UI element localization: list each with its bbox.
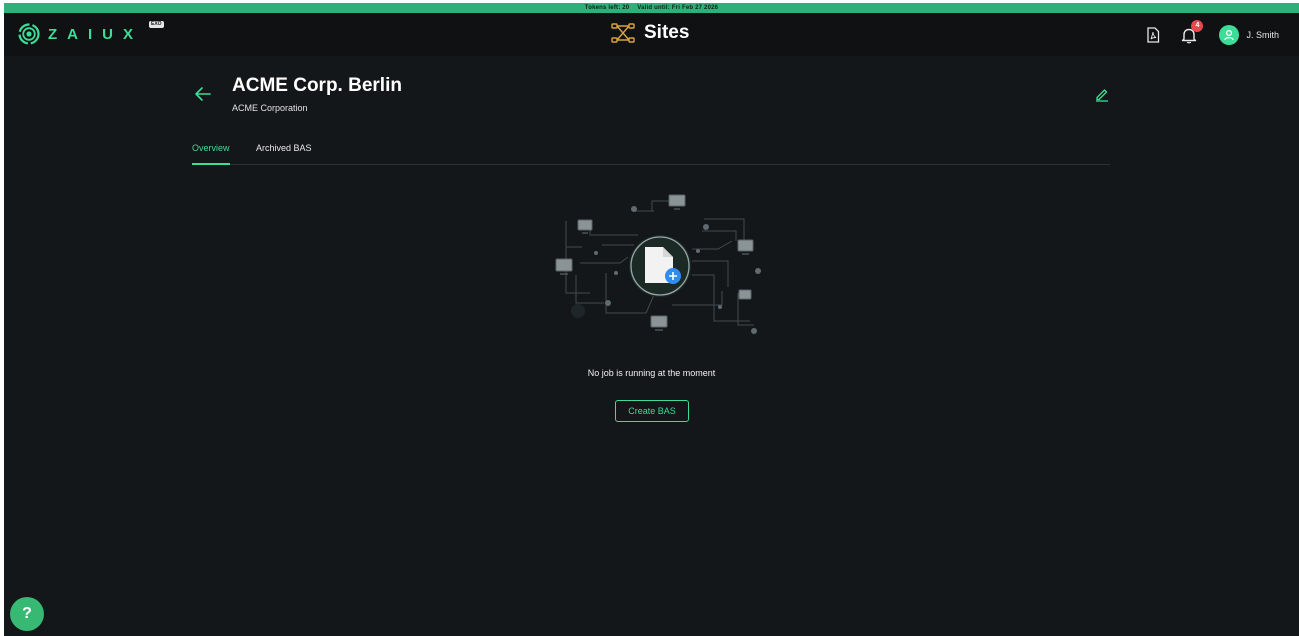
page-title-text: Sites (644, 22, 690, 43)
empty-state-message: No job is running at the moment (587, 368, 716, 378)
user-name: J. Smith (1246, 30, 1279, 40)
valid-until-text: Valid until: Fri Feb 27 2026 (637, 5, 719, 11)
pdf-button[interactable] (1141, 23, 1165, 47)
page-title: Sites (611, 22, 689, 44)
help-button[interactable]: ? (10, 597, 44, 631)
logo-text: ZAIUX (48, 25, 143, 43)
tab-overview[interactable]: Overview (192, 139, 230, 165)
user-icon (1224, 29, 1235, 41)
site-subtitle: ACME Corporation (232, 103, 308, 113)
tokens-left-text: Tokens left: 20 (584, 5, 630, 11)
pencil-icon (1096, 89, 1108, 102)
top-right-actions: 4 J. Smith (1141, 20, 1279, 47)
token-status-bar: Tokens left: 20 Valid until: Fri Feb 27 … (4, 3, 1299, 13)
empty-state-illustration (555, 194, 761, 334)
logo-icon (18, 23, 40, 45)
site-title: ACME Corp. Berlin (232, 75, 402, 96)
avatar (1219, 25, 1240, 45)
tab-bar: Overview Archived BAS (192, 139, 1110, 165)
network-icon (611, 23, 635, 43)
tab-archived-bas[interactable]: Archived BAS (256, 139, 312, 163)
logo-badge: EXO (149, 21, 164, 28)
app-bar: ZAIUX EXO Sites 4 J. Smith (4, 13, 1299, 56)
create-bas-button[interactable]: Create BAS (615, 400, 689, 422)
notifications-button[interactable]: 4 (1177, 20, 1204, 47)
edit-button[interactable] (1094, 86, 1110, 102)
user-menu[interactable]: J. Smith (1219, 25, 1279, 45)
pdf-icon (1147, 27, 1160, 43)
back-button[interactable] (192, 83, 214, 105)
arrow-left-icon (195, 87, 211, 101)
notification-count-badge: 4 (1191, 20, 1204, 32)
logo[interactable]: ZAIUX EXO (18, 21, 164, 45)
app-frame: Tokens left: 20 Valid until: Fri Feb 27 … (4, 3, 1299, 636)
